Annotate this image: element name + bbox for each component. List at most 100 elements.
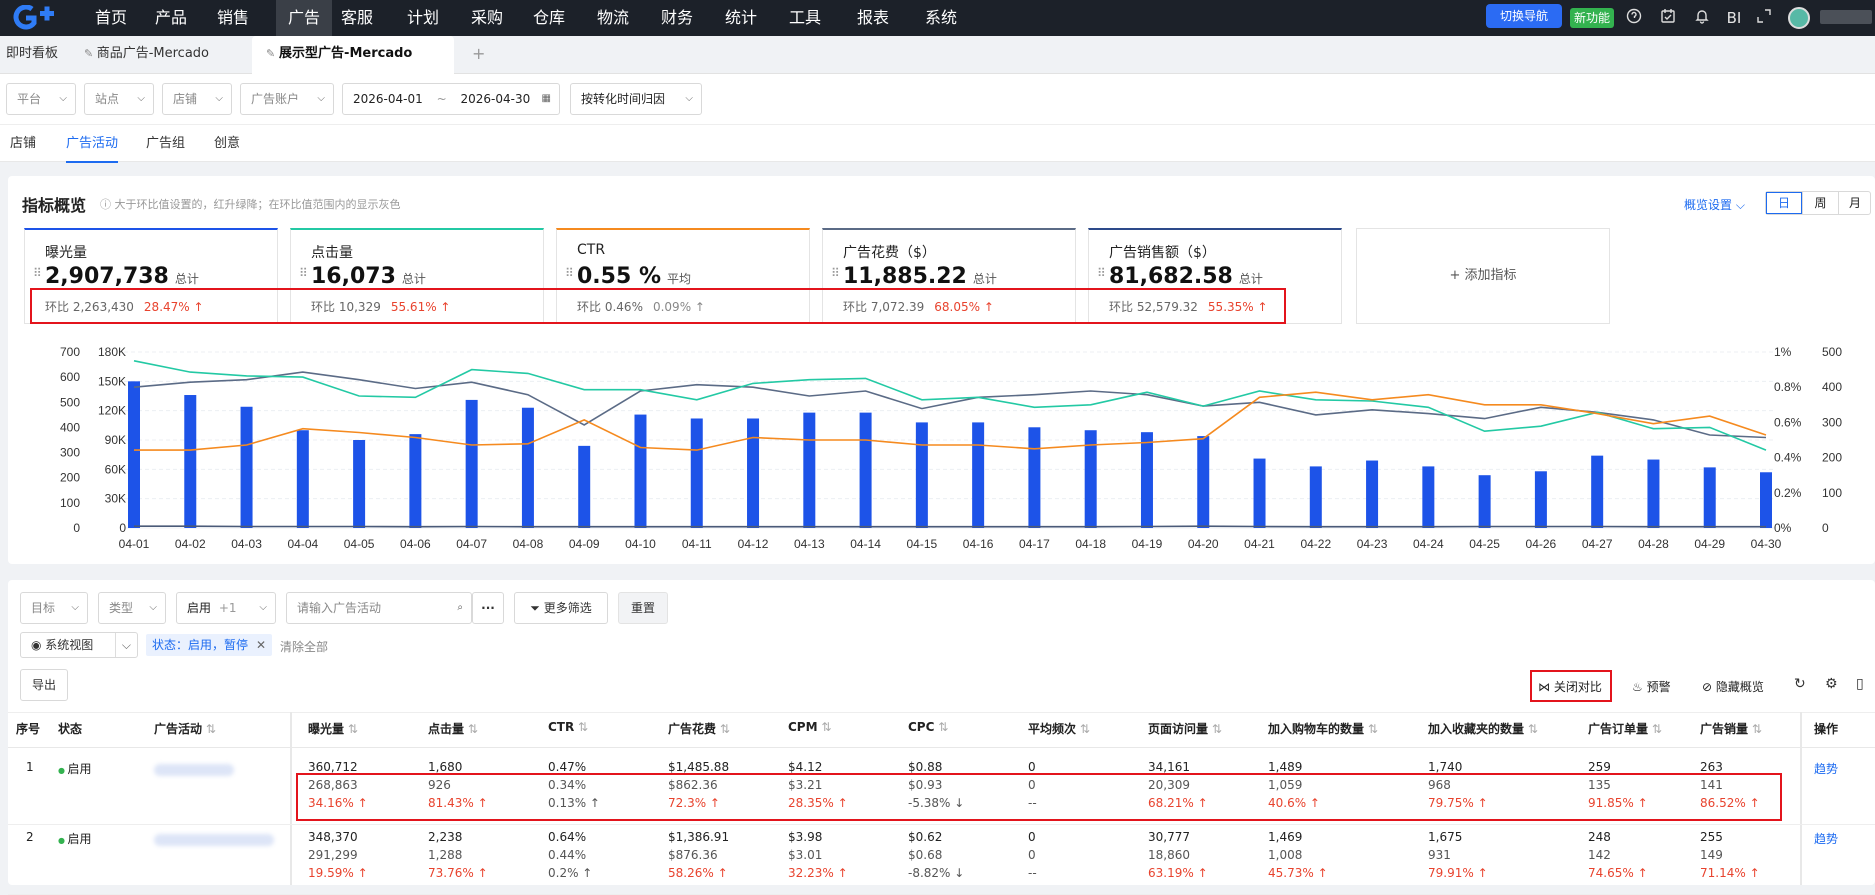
fullscreen-icon[interactable] [1754, 8, 1774, 28]
nav-item[interactable]: 产品 [148, 0, 194, 36]
sort-icon[interactable]: ⇅ [1076, 722, 1090, 736]
platform-select[interactable]: 平台⌵ [6, 83, 76, 115]
table-header-cell[interactable]: CPM ⇅ [788, 720, 831, 734]
sort-icon[interactable]: ⇅ [1524, 722, 1538, 736]
alert-button[interactable]: ♨ 预警 [1632, 678, 1671, 695]
period-day[interactable]: 日 [1766, 192, 1802, 214]
user-name-redacted[interactable] [1820, 10, 1872, 24]
help-icon[interactable] [1624, 8, 1644, 28]
x-tick-label: 04-05 [344, 537, 375, 551]
campaign-search-input[interactable]: 请输入广告活动⌕ [286, 592, 472, 624]
bi-link[interactable]: BI [1722, 8, 1746, 28]
table-header-cell[interactable]: 平均频次 ⇅ [1028, 720, 1090, 737]
sort-icon[interactable]: ⇅ [202, 722, 216, 736]
trend-link[interactable]: 趋势 [1814, 830, 1838, 847]
table-header-cell[interactable]: CPC ⇅ [908, 720, 948, 734]
bell-icon[interactable] [1692, 8, 1712, 28]
campaign-name-redacted[interactable] [154, 764, 234, 776]
nav-item[interactable]: 计划 [400, 0, 446, 36]
search-icon[interactable]: ⌕ [457, 593, 463, 623]
book-icon[interactable]: ▯ [1856, 676, 1864, 692]
add-tab-button[interactable]: + [472, 36, 492, 74]
period-month[interactable]: 月 [1838, 192, 1871, 214]
type-select[interactable]: 类型⌵ [98, 592, 166, 624]
goal-select[interactable]: 目标⌵ [20, 592, 88, 624]
nav-item[interactable]: 采购 [464, 0, 510, 36]
nav-item[interactable]: 系统 [918, 0, 964, 36]
drag-handle-icon[interactable]: ⠿ [1097, 266, 1106, 280]
drag-handle-icon[interactable]: ⠿ [565, 266, 574, 280]
table-header-cell[interactable]: 广告订单量 ⇅ [1588, 720, 1662, 737]
drag-handle-icon[interactable]: ⠿ [299, 266, 308, 280]
x-tick-label: 04-21 [1244, 537, 1275, 551]
tab-dashboard[interactable]: 即时看板 [6, 36, 66, 74]
table-header-cell[interactable]: 曝光量 ⇅ [308, 720, 358, 737]
nav-item[interactable]: 首页 [88, 0, 134, 36]
settings-gear-icon[interactable]: ⚙ [1825, 676, 1838, 692]
table-header-cell[interactable]: 页面访问量 ⇅ [1148, 720, 1222, 737]
sort-icon[interactable]: ⇅ [1208, 722, 1222, 736]
ad-account-select[interactable]: 广告账户⌵ [240, 83, 334, 115]
reset-button[interactable]: 重置 [618, 592, 668, 624]
store-select[interactable]: 店铺⌵ [162, 83, 232, 115]
sort-icon[interactable]: ⇅ [344, 722, 358, 736]
nav-item[interactable]: 工具 [782, 0, 828, 36]
attribution-select[interactable]: 按转化时间归因⌵ [570, 83, 702, 115]
export-button[interactable]: 导出 [20, 669, 68, 701]
user-avatar[interactable] [1788, 7, 1810, 29]
close-icon[interactable]: ✕ [256, 638, 266, 652]
sort-icon[interactable]: ⇅ [716, 722, 730, 736]
sort-icon[interactable]: ⇅ [1364, 722, 1378, 736]
nav-item[interactable]: 客服 [334, 0, 380, 36]
nav-item[interactable]: 物流 [590, 0, 636, 36]
campaign-name-redacted[interactable] [154, 834, 274, 846]
refresh-icon[interactable]: ↻ [1794, 676, 1806, 692]
nav-item[interactable]: 广告 [276, 0, 332, 36]
nav-item[interactable]: 报表 [850, 0, 896, 36]
calendar-check-icon[interactable] [1658, 8, 1678, 28]
table-header-cell[interactable]: 广告花费 ⇅ [668, 720, 730, 737]
sort-icon[interactable]: ⇅ [818, 720, 832, 734]
subtab-ad-group[interactable]: 广告组 [146, 125, 185, 163]
overview-settings-button[interactable]: 概览设置 ⌵ [1684, 196, 1745, 213]
sort-icon[interactable]: ⇅ [934, 720, 948, 734]
nav-item[interactable]: 统计 [718, 0, 764, 36]
subtab-campaign[interactable]: 广告活动 [66, 125, 118, 163]
drag-handle-icon[interactable]: ⠿ [831, 266, 840, 280]
table-header-cell[interactable]: 广告活动 ⇅ [154, 720, 216, 737]
new-feature-badge[interactable]: 新功能 [1570, 8, 1614, 28]
system-view-select[interactable]: ◉ 系统视图⌵ [20, 632, 138, 658]
table-header-cell[interactable]: CTR ⇅ [548, 720, 588, 734]
sort-icon[interactable]: ⇅ [464, 722, 478, 736]
subtab-creative[interactable]: 创意 [214, 125, 240, 163]
app-logo[interactable] [12, 5, 58, 31]
drag-handle-icon[interactable]: ⠿ [33, 266, 42, 280]
status-filter-tag[interactable]: 状态：启用，暂停✕ [146, 634, 272, 656]
switch-nav-button[interactable]: 切换导航 [1486, 4, 1562, 28]
nav-item[interactable]: 销售 [210, 0, 256, 36]
period-week[interactable]: 周 [1802, 192, 1838, 214]
subtab-store[interactable]: 店铺 [10, 125, 36, 163]
close-compare-button[interactable]: ⋈ 关闭对比 [1538, 678, 1602, 695]
clear-all-link[interactable]: 清除全部 [280, 638, 328, 655]
date-range-picker[interactable]: 2026-04-01 ~ 2026-04-30 ▦ [342, 83, 560, 115]
trend-link[interactable]: 趋势 [1814, 760, 1838, 777]
table-header-cell[interactable]: 点击量 ⇅ [428, 720, 478, 737]
sort-icon[interactable]: ⇅ [1748, 722, 1762, 736]
more-filters-button[interactable]: ⏷ 更多筛选 [514, 592, 608, 624]
more-options-button[interactable]: ··· [472, 592, 504, 624]
site-select[interactable]: 站点⌵ [84, 83, 154, 115]
table-header-cell[interactable]: 广告销量 ⇅ [1700, 720, 1762, 737]
sort-icon[interactable]: ⇅ [1648, 722, 1662, 736]
tab-display-ads[interactable]: ✎ 展示型广告-Mercado [252, 36, 454, 74]
table-header-cell[interactable]: 加入收藏夹的数量 ⇅ [1428, 720, 1538, 737]
table-header-cell[interactable]: 加入购物车的数量 ⇅ [1268, 720, 1378, 737]
tab-product-ads[interactable]: ✎ 商品广告-Mercado [84, 36, 214, 74]
nav-item[interactable]: 财务 [654, 0, 700, 36]
add-metric-button[interactable]: + 添加指标 [1356, 228, 1610, 324]
sort-icon[interactable]: ⇅ [574, 720, 588, 734]
status-select[interactable]: 启用 +1⌵ [176, 592, 276, 624]
hide-overview-button[interactable]: ⊘ 隐藏概览 [1702, 678, 1764, 695]
nav-item[interactable]: 仓库 [526, 0, 572, 36]
current-value: $3.98 [788, 830, 822, 844]
